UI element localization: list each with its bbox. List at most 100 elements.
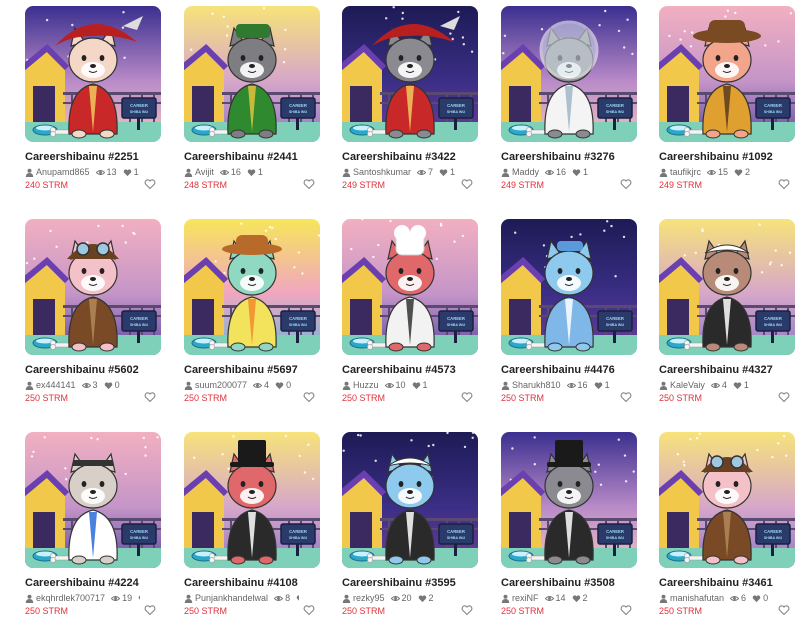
nft-card[interactable]: CAREER SHIBA INU Careershibainu #5602 ex… — [25, 219, 165, 404]
favorite-heart-icon[interactable] — [620, 604, 632, 616]
favorite-heart-icon[interactable] — [778, 604, 790, 616]
heart-icon — [138, 594, 140, 603]
nft-thumbnail[interactable]: CAREER SHIBA INU — [501, 6, 637, 142]
user-icon — [184, 594, 193, 603]
nft-title[interactable]: Careershibainu #5602 — [25, 364, 165, 376]
svg-text:SHIBA INU: SHIBA INU — [130, 536, 149, 540]
heart-icon — [247, 168, 256, 177]
nft-thumbnail[interactable]: CAREER SHIBA INU — [659, 6, 795, 142]
nft-card[interactable]: CAREER SHIBA INU Careershibainu #4224 ek… — [25, 432, 165, 617]
svg-text:SHIBA INU: SHIBA INU — [447, 323, 466, 327]
nft-title[interactable]: Careershibainu #2441 — [184, 151, 324, 163]
favorite-heart-icon[interactable] — [144, 604, 156, 616]
nft-thumbnail[interactable]: CAREER SHIBA INU — [25, 6, 161, 142]
user-icon — [25, 594, 34, 603]
view-count: 13 — [106, 167, 117, 177]
owner-name: taufikjrc — [670, 167, 702, 177]
nft-thumbnail[interactable]: CAREER SHIBA INU — [659, 432, 795, 568]
favorite-heart-icon[interactable] — [778, 178, 790, 190]
nft-title[interactable]: Careershibainu #3595 — [342, 577, 482, 589]
svg-text:CAREER: CAREER — [606, 316, 624, 321]
favorite-heart-icon[interactable] — [303, 604, 315, 616]
nft-price: 250 STRM — [501, 393, 545, 403]
nft-title[interactable]: Careershibainu #1092 — [659, 151, 799, 163]
svg-text:CAREER: CAREER — [289, 316, 307, 321]
nft-title[interactable]: Careershibainu #4573 — [342, 364, 482, 376]
svg-text:SHIBA INU: SHIBA INU — [289, 110, 308, 114]
nft-card[interactable]: CAREER SHIBA INU Careershibainu #5697 su… — [184, 219, 324, 404]
like-count: 0 — [114, 380, 120, 390]
nft-title[interactable]: Careershibainu #2251 — [25, 151, 165, 163]
nft-card[interactable]: CAREER SHIBA INU Careershibainu #4108 Pu… — [184, 432, 324, 617]
svg-text:SHIBA INU: SHIBA INU — [289, 536, 308, 540]
favorite-heart-icon[interactable] — [461, 178, 473, 190]
favorite-heart-icon[interactable] — [303, 178, 315, 190]
owner-name: Avijit — [195, 167, 214, 177]
nft-title[interactable]: Careershibainu #3276 — [501, 151, 641, 163]
nft-meta: Avijit 16 1 — [184, 166, 299, 178]
nft-thumbnail[interactable]: CAREER SHIBA INU — [342, 6, 478, 142]
svg-text:CAREER: CAREER — [130, 103, 148, 108]
favorite-heart-icon[interactable] — [303, 391, 315, 403]
nft-meta: KaleVaiy 4 1 — [659, 379, 774, 391]
eye-icon — [545, 168, 555, 177]
eye-icon — [111, 594, 121, 603]
svg-text:SHIBA INU: SHIBA INU — [606, 110, 625, 114]
favorite-heart-icon[interactable] — [144, 178, 156, 190]
nft-price: 249 STRM — [342, 180, 386, 190]
favorite-heart-icon[interactable] — [461, 391, 473, 403]
favorite-heart-icon[interactable] — [620, 391, 632, 403]
nft-title[interactable]: Careershibainu #3422 — [342, 151, 482, 163]
favorite-heart-icon[interactable] — [144, 391, 156, 403]
nft-thumbnail[interactable]: CAREER SHIBA INU — [184, 432, 320, 568]
nft-price: 249 STRM — [501, 180, 545, 190]
nft-meta: rezky95 20 2 — [342, 592, 457, 604]
nft-thumbnail[interactable]: CAREER SHIBA INU — [25, 432, 161, 568]
svg-text:CAREER: CAREER — [289, 103, 307, 108]
owner-name: rezky95 — [353, 593, 385, 603]
nft-meta: ekqhrdlek700717 19 0 — [25, 592, 140, 604]
favorite-heart-icon[interactable] — [778, 391, 790, 403]
view-count: 20 — [401, 593, 412, 603]
nft-card[interactable]: CAREER SHIBA INU Careershibainu #3422 Sa… — [342, 6, 482, 191]
nft-card[interactable]: CAREER SHIBA INU Careershibainu #2251 An… — [25, 6, 165, 191]
nft-thumbnail[interactable]: CAREER SHIBA INU — [25, 219, 161, 355]
owner-name: Maddy — [512, 167, 540, 177]
nft-thumbnail[interactable]: CAREER SHIBA INU — [659, 219, 795, 355]
favorite-heart-icon[interactable] — [620, 178, 632, 190]
favorite-heart-icon[interactable] — [461, 604, 473, 616]
nft-title[interactable]: Careershibainu #4327 — [659, 364, 799, 376]
heart-icon — [594, 381, 603, 390]
nft-thumbnail[interactable]: CAREER SHIBA INU — [501, 219, 637, 355]
like-count: 0 — [763, 593, 769, 603]
nft-card[interactable]: CAREER SHIBA INU Careershibainu #3461 ma… — [659, 432, 799, 617]
nft-thumbnail[interactable]: CAREER SHIBA INU — [342, 432, 478, 568]
view-count: 16 — [577, 380, 588, 390]
nft-card[interactable]: CAREER SHIBA INU Careershibainu #3276 Ma… — [501, 6, 641, 191]
nft-title[interactable]: Careershibainu #3508 — [501, 577, 641, 589]
user-icon — [25, 381, 34, 390]
heart-icon — [439, 168, 448, 177]
nft-thumbnail[interactable]: CAREER SHIBA INU — [184, 6, 320, 142]
nft-card[interactable]: CAREER SHIBA INU Careershibainu #4476 Sh… — [501, 219, 641, 404]
nft-title[interactable]: Careershibainu #4224 — [25, 577, 165, 589]
nft-price: 250 STRM — [659, 393, 703, 403]
nft-thumbnail[interactable]: CAREER SHIBA INU — [501, 432, 637, 568]
svg-text:SHIBA INU: SHIBA INU — [606, 536, 625, 540]
nft-title[interactable]: Careershibainu #3461 — [659, 577, 799, 589]
nft-card[interactable]: CAREER SHIBA INU Careershibainu #2441 Av… — [184, 6, 324, 191]
nft-thumbnail[interactable]: CAREER SHIBA INU — [342, 219, 478, 355]
nft-card[interactable]: CAREER SHIBA INU Careershibainu #3595 re… — [342, 432, 482, 617]
nft-card[interactable]: CAREER SHIBA INU Careershibainu #1092 ta… — [659, 6, 799, 191]
like-count: 1 — [422, 380, 428, 390]
nft-title[interactable]: Careershibainu #4108 — [184, 577, 324, 589]
like-count: 1 — [450, 167, 456, 177]
nft-card[interactable]: CAREER SHIBA INU Careershibainu #3508 re… — [501, 432, 641, 617]
view-count: 6 — [741, 593, 747, 603]
nft-thumbnail[interactable]: CAREER SHIBA INU — [184, 219, 320, 355]
nft-card[interactable]: CAREER SHIBA INU Careershibainu #4573 Hu… — [342, 219, 482, 404]
nft-card[interactable]: CAREER SHIBA INU Careershibainu #4327 Ka… — [659, 219, 799, 404]
nft-title[interactable]: Careershibainu #5697 — [184, 364, 324, 376]
nft-title[interactable]: Careershibainu #4476 — [501, 364, 641, 376]
svg-text:SHIBA INU: SHIBA INU — [289, 323, 308, 327]
